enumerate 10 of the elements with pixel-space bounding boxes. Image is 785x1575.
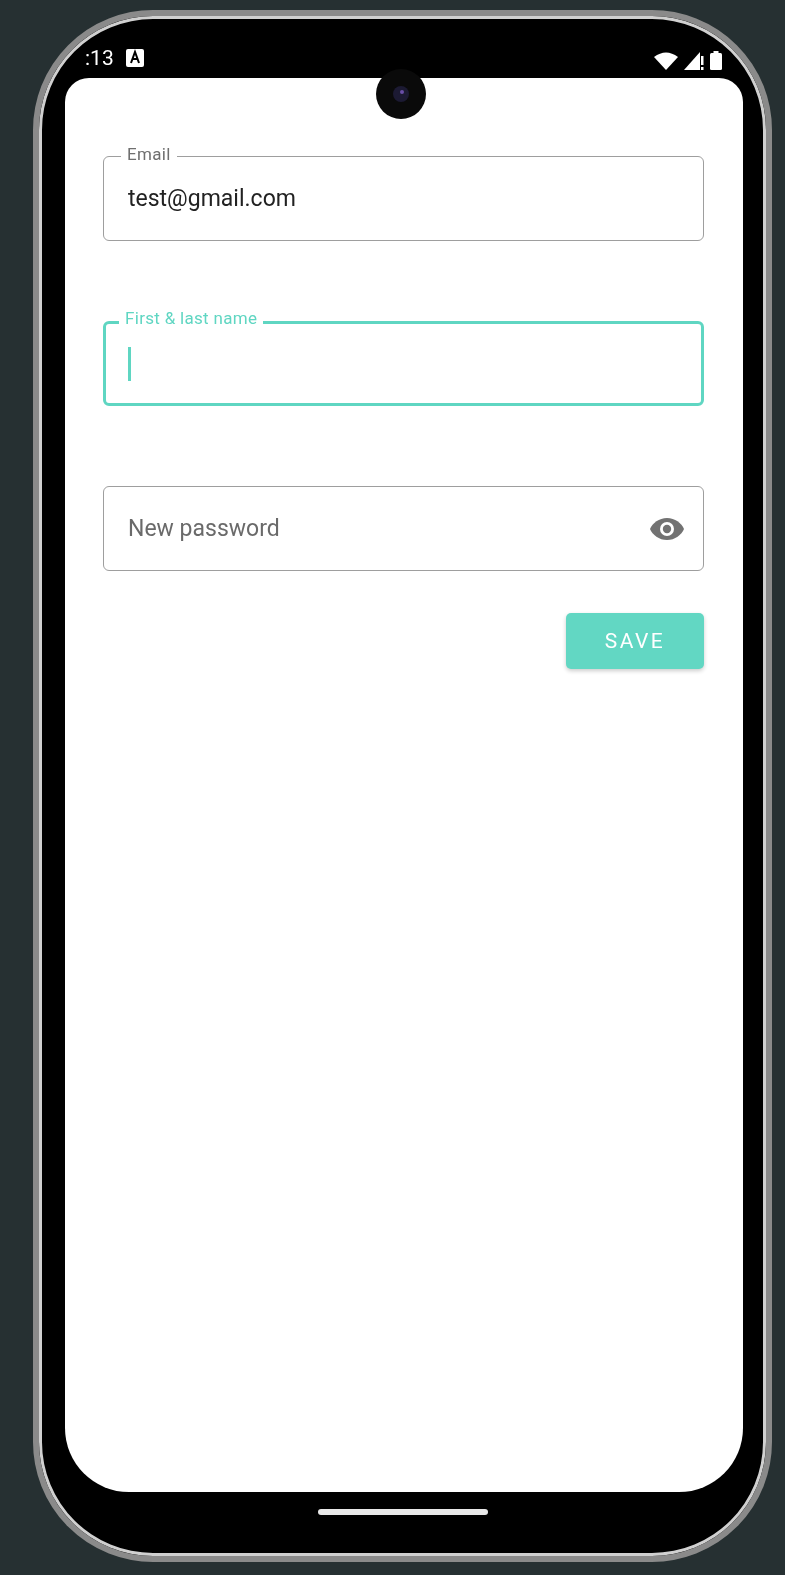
status-time: :13: [85, 46, 114, 70]
camera-icon: [376, 69, 426, 119]
notification-icon: [125, 49, 144, 67]
text-cursor: [128, 346, 131, 381]
placeholder-text: New password: [128, 515, 281, 542]
field-value: test@gmail.com: [128, 185, 297, 212]
battery-icon: [710, 51, 722, 70]
visibility-icon[interactable]: [649, 516, 685, 541]
wifi-icon: [654, 51, 678, 70]
signal-icon: [684, 51, 704, 70]
